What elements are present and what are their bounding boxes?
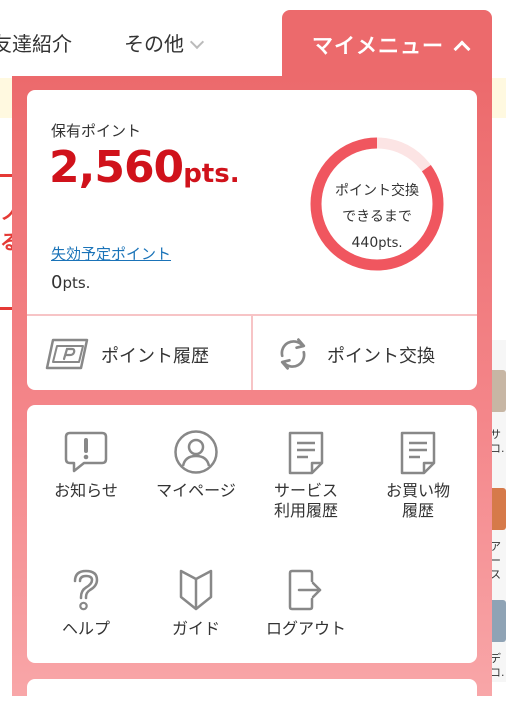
menu-item-help-label: ヘルプ [61,619,110,638]
menu-item-logout[interactable]: ログアウト [251,543,361,663]
chevron-up-icon [453,40,471,58]
held-points-unit: pts. [183,159,240,189]
background-text: ース [490,554,501,581]
exchange-progress-text: ポイント交換 できるまで 440pts. [307,178,447,257]
menu-item-mypage-label: マイページ [156,481,236,500]
menu-item-mypage[interactable]: マイページ [141,405,251,525]
expiring-points-link[interactable]: 失効予定ポイント [51,243,171,264]
nav-item-other-label: その他 [124,32,184,56]
menu-item-notice[interactable]: お知らせ [31,405,141,525]
document-icon [288,431,324,475]
point-card-icon [45,338,89,370]
expiring-points-unit: pts. [62,274,91,292]
purchase-history-line1: お買い物 [385,481,450,500]
points-card: 保有ポイント 2,560pts. 失効予定ポイント 0pts. ポイント交換 で… [27,90,477,390]
point-history-button[interactable]: ポイント履歴 [27,316,251,390]
exchange-progress-line1: ポイント交換 [335,183,419,199]
document-icon [400,431,436,475]
chevron-down-icon [189,34,205,50]
logout-icon [288,569,322,611]
menu-item-purchase-history[interactable]: お買い物 履歴 [363,405,473,525]
menu-item-guide[interactable]: ガイド [141,543,251,663]
menu-card: お知らせ マイページ サービス 利用履歴 お買い物 履歴 ヘルプ ガイド ログア… [27,405,477,663]
held-points-number: 2,560 [49,142,184,193]
menu-card-partial [27,679,477,709]
exchange-progress-remaining: 440pts. [307,230,447,257]
exchange-icon [280,338,306,370]
menu-item-service-history[interactable]: サービス 利用履歴 [251,405,361,525]
my-menu-tab[interactable]: マイメニュー [282,10,492,80]
held-points-value: 2,560pts. [49,142,240,193]
menu-item-service-history-label: サービス 利用履歴 [251,481,361,521]
held-points-label: 保有ポイント [51,122,142,140]
nav-item-other[interactable]: その他 [124,28,205,57]
service-history-line1: サービス [273,481,338,500]
menu-item-help[interactable]: ヘルプ [31,543,141,663]
point-exchange-button[interactable]: ポイント交換 [253,316,477,390]
my-menu-label: マイメニュー [312,30,471,60]
notice-icon [64,431,108,473]
my-menu-text: マイメニュー [312,34,444,58]
point-history-label: ポイント履歴 [101,346,209,367]
help-icon [73,569,99,611]
remaining-points-number: 440 [351,235,379,251]
menu-item-guide-label: ガイド [171,619,220,638]
menu-item-purchase-history-label: お買い物 履歴 [363,481,473,521]
exchange-progress-line2: できるまで [342,209,412,225]
service-history-line2: 利用履歴 [273,501,338,520]
background-text: コ. [490,442,505,455]
guide-icon [179,569,213,611]
nav-item-friend-referral[interactable]: 友達紹介 [0,28,72,57]
purchase-history-line2: 履歴 [401,501,434,520]
menu-item-logout-label: ログアウト [265,619,346,638]
expiring-points-number: 0 [51,272,63,293]
expiring-points-value: 0pts. [51,272,90,293]
menu-item-notice-label: お知らせ [54,481,118,500]
my-menu-panel: 保有ポイント 2,560pts. 失効予定ポイント 0pts. ポイント交換 で… [12,76,492,709]
background-text: コ. [490,666,505,679]
point-exchange-label: ポイント交換 [327,346,435,367]
user-icon [174,430,218,474]
remaining-points-unit: pts. [378,236,403,251]
